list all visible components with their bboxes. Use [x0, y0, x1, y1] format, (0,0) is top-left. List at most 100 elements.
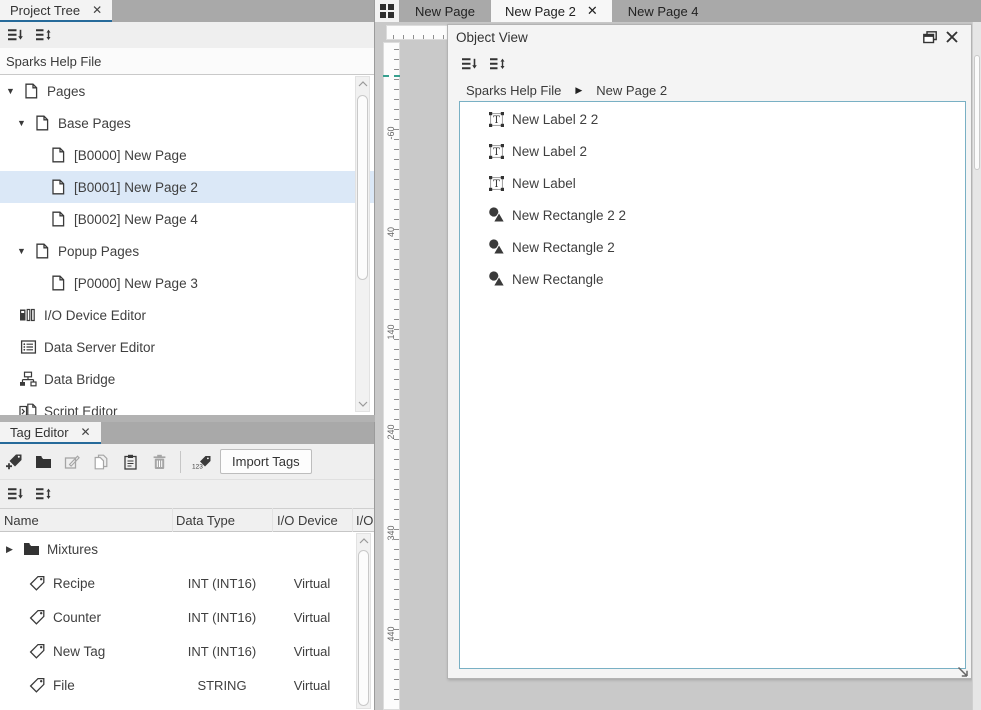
tag-table-scrollbar[interactable] [356, 533, 371, 709]
data-server-icon [18, 339, 38, 355]
column-header-datatype[interactable]: Data Type [176, 513, 235, 528]
scrollbar-thumb[interactable] [357, 95, 368, 280]
add-tag-button[interactable] [3, 451, 25, 473]
column-header-name[interactable]: Name [4, 513, 39, 528]
ruler-number: 40 [386, 223, 396, 241]
paste-button[interactable] [119, 451, 141, 473]
data-bridge-icon [18, 371, 38, 387]
scrollbar-thumb[interactable] [974, 55, 980, 170]
tab-tag-editor[interactable]: Tag Editor ✕ [0, 422, 101, 444]
toolbar-separator [180, 451, 181, 473]
object-item[interactable]: New Rectangle 2 2 [460, 199, 965, 231]
tree-item[interactable]: [P0000] New Page 3 [0, 267, 374, 299]
collapse-all-button[interactable] [458, 53, 480, 75]
tree-item[interactable]: ▼Popup Pages [0, 235, 374, 267]
object-item[interactable]: New Rectangle [460, 263, 965, 295]
tree-item[interactable]: [B0002] New Page 4 [0, 203, 374, 235]
tree-item[interactable]: Data Server Editor [0, 331, 374, 363]
svg-text:T: T [493, 115, 500, 126]
pages-overview-button[interactable] [375, 0, 399, 22]
tag-row[interactable]: FileSTRINGVirtual [0, 668, 374, 702]
tag-editor-tabbar: Tag Editor ✕ [0, 422, 374, 444]
tag-name: Mixtures [47, 542, 98, 557]
text-label-icon: T [488, 175, 505, 192]
svg-text:T: T [493, 147, 500, 158]
tag-icon [27, 575, 47, 591]
restore-window-icon[interactable] [919, 26, 941, 48]
column-header-io[interactable]: I/O [356, 513, 373, 528]
project-root-label: Sparks Help File [0, 48, 374, 75]
copy-button[interactable] [90, 451, 112, 473]
tag-table-header: Name Data Type I/O Device I/O [0, 508, 374, 532]
import-tags-button[interactable]: Import Tags [220, 449, 312, 474]
document-tab[interactable]: New Page [401, 0, 489, 22]
ruler-number: 440 [386, 625, 396, 643]
panel-splitter[interactable] [0, 415, 375, 422]
canvas-scrollbar[interactable] [972, 22, 981, 710]
tree-item-label: Data Bridge [44, 372, 115, 387]
expand-all-button[interactable] [32, 483, 54, 505]
object-item[interactable]: TNew Label [460, 167, 965, 199]
edit-tag-button[interactable] [61, 451, 83, 473]
collapse-all-button[interactable] [4, 24, 26, 46]
object-view-titlebar[interactable]: Object View [448, 25, 971, 49]
tree-item[interactable]: I/O Device Editor [0, 299, 374, 331]
expander-down-icon[interactable]: ▼ [17, 118, 32, 128]
close-icon[interactable] [941, 26, 963, 48]
object-item[interactable]: TNew Label 2 2 [460, 103, 965, 135]
tag-editor-panel: Tag Editor ✕ 123 Import Tags Name Data T… [0, 422, 375, 710]
breadcrumb-page[interactable]: New Page 2 [596, 83, 667, 98]
object-item[interactable]: TNew Label 2 [460, 135, 965, 167]
column-header-iodevice[interactable]: I/O Device [277, 513, 338, 528]
close-tab-icon[interactable]: ✕ [587, 3, 598, 19]
breadcrumb: Sparks Help File ▶ New Page 2 [466, 79, 667, 101]
collapse-all-button[interactable] [4, 483, 26, 505]
document-tab[interactable]: New Page 2✕ [491, 0, 612, 22]
text-label-icon: T [488, 111, 505, 128]
scroll-down-icon[interactable] [356, 398, 369, 410]
tree-item[interactable]: Script Editor [0, 395, 374, 415]
scrollbar-thumb[interactable] [358, 550, 369, 706]
object-item-label: New Rectangle [512, 272, 604, 287]
tag-row[interactable]: ▶ Mixtures [0, 532, 374, 566]
tag-row[interactable]: CounterINT (INT16)Virtual [0, 600, 374, 634]
io-device-icon [18, 307, 38, 323]
project-tree-scrollbar[interactable] [355, 76, 370, 412]
page-icon [48, 275, 68, 291]
expander-down-icon[interactable]: ▼ [6, 86, 21, 96]
tree-item-label: [P0000] New Page 3 [74, 276, 198, 291]
close-tab-icon[interactable]: ✕ [81, 426, 91, 438]
tree-item-label: [B0000] New Page [74, 148, 187, 163]
tree-item[interactable]: [B0000] New Page [0, 139, 374, 171]
add-folder-button[interactable] [32, 451, 54, 473]
folder-icon [21, 542, 41, 556]
scroll-up-icon[interactable] [356, 78, 369, 90]
object-item-label: New Rectangle 2 2 [512, 208, 626, 223]
tag-row[interactable]: New TagINT (INT16)Virtual [0, 634, 374, 668]
app-window: Project Tree ✕ Sparks Help File ▼Pages▼B… [0, 0, 981, 710]
tree-item[interactable]: [B0001] New Page 2 [0, 171, 374, 203]
scroll-up-icon[interactable] [357, 535, 370, 547]
tree-item[interactable]: Data Bridge [0, 363, 374, 395]
page-icon [21, 83, 41, 99]
tab-project-tree[interactable]: Project Tree ✕ [0, 0, 112, 22]
expand-all-button[interactable] [486, 53, 508, 75]
close-tab-icon[interactable]: ✕ [92, 4, 102, 16]
document-tab[interactable]: New Page 4 [614, 0, 713, 22]
delete-button[interactable] [148, 451, 170, 473]
tree-item[interactable]: ▼Base Pages [0, 107, 374, 139]
tree-item-label: [B0001] New Page 2 [74, 180, 198, 195]
tag-row[interactable]: RecipeINT (INT16)Virtual [0, 566, 374, 600]
numbered-tags-button[interactable]: 123 [191, 451, 213, 473]
shape-icon [488, 207, 505, 223]
expander-right-icon[interactable]: ▶ [6, 544, 21, 555]
tree-item[interactable]: ▼Pages [0, 75, 374, 107]
object-item[interactable]: New Rectangle 2 [460, 231, 965, 263]
ruler-number: -60 [386, 124, 396, 142]
breadcrumb-root[interactable]: Sparks Help File [466, 83, 561, 98]
tag-datatype: INT (INT16) [172, 644, 272, 659]
expand-all-button[interactable] [32, 24, 54, 46]
expander-down-icon[interactable]: ▼ [17, 246, 32, 256]
page-icon [32, 115, 52, 131]
resize-grip-icon[interactable] [955, 664, 970, 679]
